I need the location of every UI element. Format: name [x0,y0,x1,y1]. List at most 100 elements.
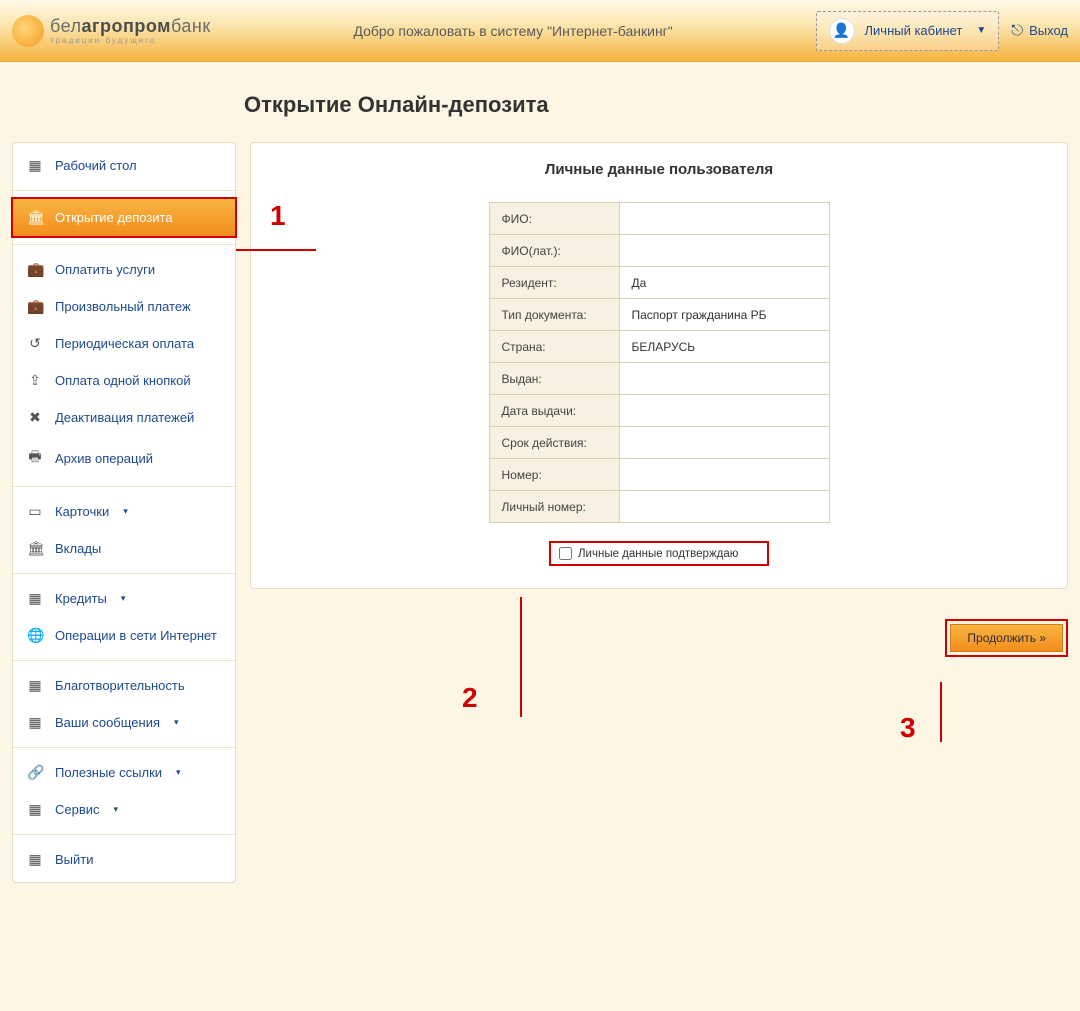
welcome-text: Добро пожаловать в систему "Интернет-бан… [211,23,816,39]
table-row: ФИО: [489,203,829,235]
sidebar-item-pay-services[interactable]: 💼 Оплатить услуги [13,251,235,288]
sidebar-item-dashboard[interactable]: ▦Рабочий стол [13,147,235,184]
row-label: Выдан: [489,363,619,395]
sidebar-item-credits[interactable]: ▦ Кредиты ▾ [13,580,235,617]
logo[interactable]: белагропромбанк традиции будущего [12,15,211,47]
deactivate-icon: ✖ [27,409,43,426]
confirm-checkbox[interactable] [559,547,572,560]
row-label: Срок действия: [489,427,619,459]
sidebar-item-label: Вклады [55,541,101,556]
sidebar-item-one-button[interactable]: ⇪ Оплата одной кнопкой [13,362,235,399]
sidebar-item-label: Оплатить услуги [55,262,155,277]
logo-icon [12,15,44,47]
sidebar-item-label: Полезные ссылки [55,765,162,780]
row-value: БЕЛАРУСЬ [619,331,829,363]
logo-suffix: банк [171,16,211,36]
row-value: Да [619,267,829,299]
annotation-2: 2 [462,682,478,714]
credits-icon: ▦ [27,590,43,607]
table-row: Личный номер: [489,491,829,523]
sidebar-item-periodic[interactable]: ↺Периодическая оплата [13,325,235,362]
avatar-icon: 👤 [829,18,855,44]
sidebar-item-deactivate[interactable]: ✖ Деактивация платежей [13,399,235,436]
sidebar-item-open-deposit[interactable]: 🏛Открытие депозита [11,197,237,238]
one-button-icon: ⇪ [27,372,43,389]
row-value: Паспорт гражданина РБ [619,299,829,331]
sidebar-item-service[interactable]: ▦ Сервис ▾ [13,791,235,828]
chevron-down-icon: ▼ [976,25,986,36]
sidebar-item-label: Оплата одной кнопкой [55,373,191,388]
table-row: Выдан: [489,363,829,395]
links-icon: 🔗 [27,764,43,781]
internet-ops-icon: 🌐 [27,627,43,644]
cabinet-dropdown[interactable]: 👤 Личный кабинет ▼ [816,11,1000,51]
table-row: Страна:БЕЛАРУСЬ [489,331,829,363]
row-label: Дата выдачи: [489,395,619,427]
confirm-checkbox-wrap[interactable]: Личные данные подтверждаю [549,541,769,566]
table-row: ФИО(лат.): [489,235,829,267]
sidebar-item-deposits[interactable]: 🏛 Вклады [13,530,235,567]
sidebar-item-free-payment[interactable]: 💼 Произвольный платеж [13,288,235,325]
row-label: Тип документа: [489,299,619,331]
continue-highlight: Продолжить » [945,619,1068,657]
sidebar: ▦Рабочий стол🏛Открытие депозита💼Оплатить… [12,142,236,883]
chevron-down-icon: ▾ [114,804,119,815]
chevron-down-icon: ▾ [123,506,128,517]
sidebar-item-internet-ops[interactable]: 🌐Операции в сети Интернет [13,617,235,654]
logo-tagline: традиции будущего [50,37,211,45]
sidebar-item-label: Благотворительность [55,678,185,693]
sidebar-item-label: Сервис [55,802,100,817]
messages-icon: ▦ [27,714,43,731]
logo-prefix: бел [50,16,82,36]
sidebar-separator [13,660,235,661]
exit-icon: ▦ [27,851,43,868]
table-row: Резидент:Да [489,267,829,299]
cabinet-label: Личный кабинет [865,23,963,38]
chevron-down-icon: ▾ [174,717,179,728]
sidebar-item-label: Архив операций [55,451,153,466]
sidebar-separator [13,486,235,487]
row-label: Личный номер: [489,491,619,523]
row-value [619,427,829,459]
row-value [619,395,829,427]
service-icon: ▦ [27,801,43,818]
row-value [619,363,829,395]
deposits-icon: 🏛 [27,540,43,557]
sidebar-item-label: Рабочий стол [55,158,137,173]
table-row: Срок действия: [489,427,829,459]
cards-icon: ▭ [27,503,43,520]
chevron-down-icon: ▾ [121,593,126,604]
sidebar-item-charity[interactable]: ▦ Благотворительность [13,667,235,704]
free-payment-icon: 💼 [27,298,43,315]
pay-services-icon: 💼 [27,261,43,278]
logout-link[interactable]: ⎋ Выход [1011,22,1068,39]
user-data-panel: Личные данные пользователя ФИО:ФИО(лат.)… [250,142,1068,589]
archive-icon: 🖶 [27,446,43,470]
row-label: ФИО(лат.): [489,235,619,267]
user-data-table: ФИО:ФИО(лат.):Резидент:ДаТип документа:П… [489,202,830,523]
sidebar-item-messages[interactable]: ▦Ваши сообщения▾ [13,704,235,741]
sidebar-item-exit[interactable]: ▦Выйти [13,841,235,878]
continue-button[interactable]: Продолжить » [950,624,1063,652]
sidebar-item-label: Произвольный платеж [55,299,191,314]
sidebar-item-label: Открытие депозита [55,210,173,225]
annotation-3-line [940,682,942,742]
sidebar-separator [13,834,235,835]
row-label: ФИО: [489,203,619,235]
charity-icon: ▦ [27,677,43,694]
sidebar-item-archive[interactable]: 🖶 Архив операций [13,436,235,480]
table-row: Номер: [489,459,829,491]
row-value [619,491,829,523]
sidebar-item-label: Деактивация платежей [55,410,194,425]
table-row: Тип документа:Паспорт гражданина РБ [489,299,829,331]
sidebar-item-label: Кредиты [55,591,107,606]
logout-icon: ⎋ [1011,22,1023,39]
sidebar-item-links[interactable]: 🔗Полезные ссылки▾ [13,754,235,791]
sidebar-separator [13,573,235,574]
page-title: Открытие Онлайн-депозита [244,92,1068,118]
table-row: Дата выдачи: [489,395,829,427]
confirm-label: Личные данные подтверждаю [578,548,738,560]
sidebar-item-cards[interactable]: ▭Карточки▾ [13,493,235,530]
sidebar-item-label: Периодическая оплата [55,336,194,351]
panel-title: Личные данные пользователя [269,161,1049,178]
